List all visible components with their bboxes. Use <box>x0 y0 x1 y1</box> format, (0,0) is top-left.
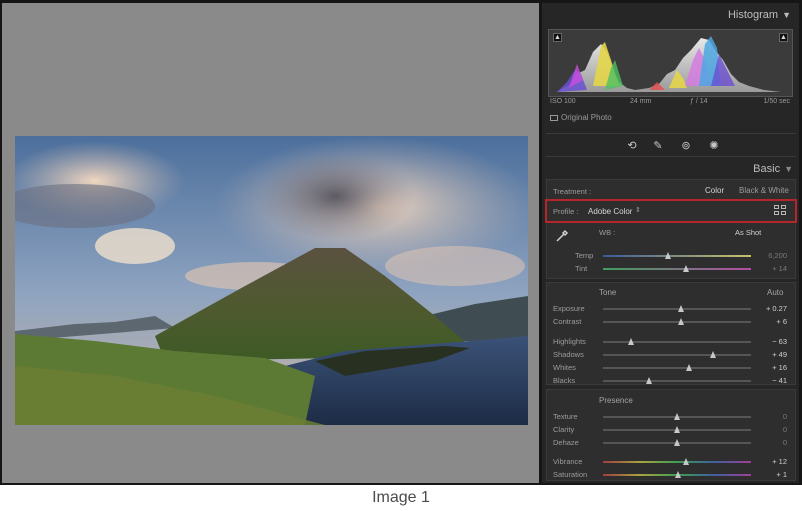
temp-knob[interactable] <box>665 252 672 259</box>
contrast-slider[interactable] <box>603 318 751 325</box>
highlights-slider[interactable] <box>603 338 751 345</box>
original-photo-label: Original Photo <box>561 113 612 122</box>
iso-value: ISO 100 <box>550 98 576 105</box>
contrast-knob[interactable] <box>678 318 685 325</box>
contrast-value[interactable]: + 6 <box>747 317 787 326</box>
blacks-value[interactable]: − 41 <box>747 376 787 385</box>
saturation-value[interactable]: + 1 <box>747 470 787 479</box>
whites-slider[interactable] <box>603 364 751 371</box>
temp-value[interactable]: 6,200 <box>747 251 787 260</box>
shadow-clipping-icon[interactable]: ▲ <box>553 33 562 42</box>
treatment-bw-button[interactable]: Black & White <box>739 186 789 195</box>
highlights-label: Highlights <box>553 337 586 346</box>
treatment-color-button[interactable]: Color <box>705 186 724 195</box>
temp-slider[interactable] <box>603 252 751 259</box>
dehaze-slider[interactable] <box>603 439 751 446</box>
basic-title: Basic <box>753 163 781 175</box>
histogram-exif: ISO 100 24 mm ƒ / 14 1/50 sec <box>550 98 790 110</box>
clarity-label: Clarity <box>553 425 575 434</box>
highlight-clipping-icon[interactable]: ▲ <box>779 33 788 42</box>
basic-header[interactable]: Basic ▼ <box>753 163 793 175</box>
clarity-slider[interactable] <box>603 426 751 433</box>
collapse-triangle-icon[interactable]: ▼ <box>782 10 791 20</box>
masking-icon[interactable]: ✺ <box>706 138 722 154</box>
treatment-label: Treatment : <box>553 187 592 196</box>
basic-top-section: Treatment : Color Black & White WB : As … <box>546 179 796 279</box>
profile-select-arrow-icon[interactable]: ⇕ <box>635 206 641 214</box>
dehaze-knob[interactable] <box>674 439 680 446</box>
original-photo-checkbox-icon[interactable] <box>550 114 558 121</box>
shutter-value: 1/50 sec <box>763 98 790 105</box>
dehaze-value[interactable]: 0 <box>747 438 787 447</box>
shadows-knob[interactable] <box>709 351 716 358</box>
wb-select[interactable]: As Shot <box>735 228 761 237</box>
exposure-slider[interactable] <box>603 305 751 312</box>
vibrance-slider[interactable] <box>603 458 751 465</box>
tone-section: Tone Auto Exposure + 0.27 Contrast + 6 Highl… <box>546 282 796 385</box>
photo-preview-area <box>2 3 539 483</box>
contrast-label: Contrast <box>553 317 582 326</box>
profile-label: Profile : <box>553 207 579 216</box>
profile-row[interactable]: Profile : Adobe Color ⇕ <box>545 199 797 223</box>
highlights-knob[interactable] <box>628 338 635 345</box>
tint-label: Tint <box>575 264 588 273</box>
original-photo-toggle[interactable]: Original Photo <box>550 113 612 122</box>
histogram-title: Histogram <box>727 9 779 21</box>
collapse-triangle-icon[interactable]: ▼ <box>784 164 793 174</box>
wb-label: WB : <box>599 228 616 237</box>
histogram-header[interactable]: Histogram ▼ <box>728 9 791 21</box>
eyedropper-icon[interactable] <box>555 228 569 242</box>
clarity-value[interactable]: 0 <box>747 425 787 434</box>
exposure-knob[interactable] <box>678 305 685 312</box>
whites-label: Whites <box>553 363 576 372</box>
exposure-value[interactable]: + 0.27 <box>747 304 787 313</box>
histogram: ▲ ▲ <box>548 29 793 97</box>
blacks-slider[interactable] <box>603 377 751 384</box>
histogram-graph <box>557 36 781 92</box>
saturation-label: Saturation <box>553 470 588 479</box>
texture-slider[interactable] <box>603 413 751 420</box>
profile-browser-icon[interactable] <box>774 205 787 217</box>
crop-icon[interactable]: ⟲ <box>624 138 640 154</box>
vibrance-label: Vibrance <box>553 457 583 466</box>
blacks-label: Blacks <box>553 376 576 385</box>
image-caption: Image 1 <box>372 489 430 506</box>
clarity-knob[interactable] <box>674 426 680 433</box>
texture-value[interactable]: 0 <box>747 412 787 421</box>
whites-value[interactable]: + 16 <box>747 363 787 372</box>
saturation-slider[interactable] <box>603 471 751 478</box>
shadows-label: Shadows <box>553 350 584 359</box>
tint-slider[interactable] <box>603 265 751 272</box>
dehaze-label: Dehaze <box>553 438 579 447</box>
exposure-label: Exposure <box>553 304 585 313</box>
saturation-knob[interactable] <box>675 471 682 478</box>
tone-title: Tone <box>599 288 617 297</box>
develop-panel: Histogram ▼ ▲ ▲ ISO 100 24 mm ƒ / 14 1/5… <box>542 3 799 483</box>
aperture-value: ƒ / 14 <box>690 98 708 105</box>
vibrance-value[interactable]: + 12 <box>747 457 787 466</box>
auto-tone-button[interactable]: Auto <box>767 288 783 297</box>
whites-knob[interactable] <box>685 364 692 371</box>
focal-length-value: 24 mm <box>630 98 652 105</box>
tint-value[interactable]: + 14 <box>747 264 787 273</box>
healing-brush-icon[interactable]: ✎ <box>650 138 666 154</box>
texture-knob[interactable] <box>674 413 680 420</box>
presence-title: Presence <box>599 396 633 405</box>
blacks-knob[interactable] <box>645 377 652 384</box>
highlights-value[interactable]: − 63 <box>747 337 787 346</box>
landscape-photo[interactable] <box>15 136 528 425</box>
tint-knob[interactable] <box>682 265 689 272</box>
temp-label: Temp <box>575 251 594 260</box>
vibrance-knob[interactable] <box>682 458 689 465</box>
profile-select[interactable]: Adobe Color <box>588 207 632 216</box>
presence-section: Presence Texture 0 Clarity 0 Dehaze 0 Vibrance… <box>546 389 796 481</box>
lightroom-window: Histogram ▼ ▲ ▲ ISO 100 24 mm ƒ / 14 1/5… <box>0 0 802 485</box>
tool-strip: ⟲ ✎ ⊚ ✺ <box>546 133 796 157</box>
red-eye-icon[interactable]: ⊚ <box>678 138 694 154</box>
texture-label: Texture <box>553 412 578 421</box>
shadows-slider[interactable] <box>603 351 751 358</box>
shadows-value[interactable]: + 49 <box>747 350 787 359</box>
